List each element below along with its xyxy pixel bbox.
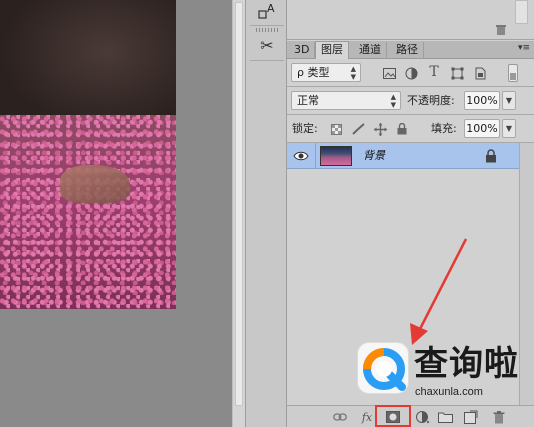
trash-icon[interactable] <box>493 22 509 38</box>
pixel-filter-icon[interactable] <box>382 66 396 80</box>
tool-presets-icon[interactable]: ✂ <box>252 33 282 57</box>
visibility-eye-icon[interactable] <box>293 149 309 163</box>
photo-flower-field <box>0 115 176 309</box>
smart-object-filter-icon[interactable] <box>473 66 487 80</box>
photo-sky <box>0 0 176 130</box>
layer-kind-filter[interactable]: ρ 类型 ▲ ▼ <box>291 63 361 82</box>
adjustment-layer-icon[interactable] <box>415 409 431 425</box>
layer-filter-row: ρ 类型 ▲ ▼ T <box>287 60 534 86</box>
type-filter-icon[interactable]: T <box>427 64 441 80</box>
upper-panel-scrollbar[interactable] <box>515 0 528 24</box>
new-layer-icon[interactable] <box>463 409 479 425</box>
lock-transparent-icon[interactable] <box>329 122 343 136</box>
dock-grip[interactable] <box>256 28 278 32</box>
fx-icon[interactable]: fx <box>359 409 375 425</box>
opacity-dropdown-arrow[interactable]: ▼ <box>502 91 516 110</box>
lock-label: 锁定: <box>292 122 318 135</box>
panel-tab-bar: 3D 图层 通道 路径 <box>287 41 534 59</box>
fill-label: 填充: <box>431 122 457 135</box>
svg-text:A: A <box>267 2 275 15</box>
fill-dropdown-arrow[interactable]: ▼ <box>502 119 516 138</box>
opacity-input[interactable]: 100% <box>464 91 500 110</box>
red-annotation-arrow <box>410 238 468 345</box>
watermark-url: chaxunla.com <box>415 386 483 398</box>
panel-separator <box>287 86 534 87</box>
tab-layers[interactable]: 图层 <box>315 41 349 59</box>
layer-row-background[interactable]: 背景 <box>287 143 519 169</box>
canvas-photo <box>0 0 176 309</box>
lock-image-icon[interactable] <box>351 122 365 136</box>
photo-rock <box>60 165 130 203</box>
tab-paths[interactable]: 路径 <box>391 42 424 59</box>
panel-menu-icon[interactable]: ▾≡ <box>518 43 530 53</box>
dock-divider <box>250 60 284 61</box>
dock-divider <box>250 25 284 26</box>
delete-layer-icon[interactable] <box>491 409 507 425</box>
filter-toggle-icon[interactable] <box>508 64 518 82</box>
adjustment-filter-icon[interactable] <box>404 66 418 80</box>
mask-button-highlight <box>375 405 411 427</box>
watermark-title: 查询啦 <box>414 344 519 384</box>
watermark-logo <box>357 342 409 394</box>
layer-name[interactable]: 背景 <box>363 143 385 169</box>
watermark: 查询啦 chaxunla.com <box>352 340 534 406</box>
tab-channels[interactable]: 通道 <box>354 42 387 59</box>
lock-position-icon[interactable] <box>373 122 387 136</box>
fill-input[interactable]: 100% <box>464 119 500 138</box>
layer-thumbnail[interactable] <box>320 146 352 166</box>
opacity-label: 不透明度: <box>407 94 455 107</box>
blend-mode-select[interactable]: 正常 ▲ ▼ <box>291 91 401 110</box>
layer-row-divider <box>315 143 316 169</box>
upper-panel-remnant <box>287 0 534 40</box>
link-layers-icon[interactable] <box>332 409 348 425</box>
panel-separator <box>287 114 534 115</box>
layer-lock-icon[interactable] <box>485 149 497 163</box>
shape-filter-icon[interactable] <box>450 66 464 80</box>
scrollbar-thumb[interactable] <box>235 2 243 406</box>
document-canvas[interactable] <box>0 0 232 427</box>
collapsed-panel-dock: A ✂ <box>245 0 287 427</box>
lock-all-icon[interactable] <box>395 122 409 136</box>
group-icon[interactable] <box>437 409 453 425</box>
canvas-pasteboard-bottom <box>0 309 232 427</box>
blend-row: 正常 ▲ ▼ 不透明度: 100% ▼ <box>287 89 534 113</box>
canvas-vertical-scrollbar[interactable] <box>232 0 245 427</box>
character-panel-icon[interactable]: A <box>252 0 282 24</box>
lock-row: 锁定: 填充: 100% ▼ <box>287 117 534 141</box>
tab-3d[interactable]: 3D <box>289 42 316 59</box>
